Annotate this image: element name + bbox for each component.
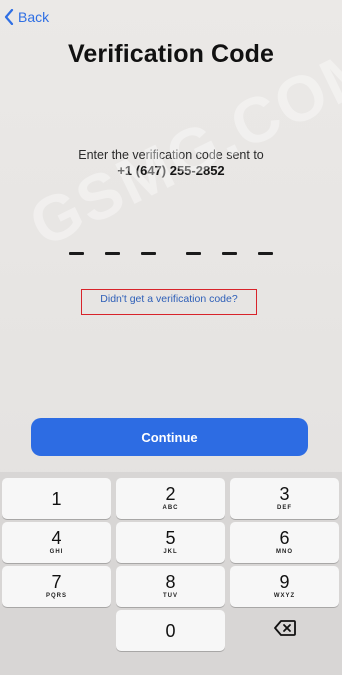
key-letters: DEF [277,505,292,511]
key-number: 9 [279,572,290,592]
chevron-left-icon [4,9,14,25]
key-number: 1 [51,489,62,509]
instruction-text: Enter the verification code sent to [78,148,264,162]
page-title: Verification Code [68,40,274,68]
key-0[interactable]: 0 [116,610,225,651]
key-letters: GHI [49,549,64,555]
backspace-icon [273,620,296,641]
code-digit-6 [258,252,273,255]
key-9[interactable]: 9 WXYZ [230,566,339,607]
resend-code-link[interactable]: Didn't get a verification code? [81,293,257,305]
key-letters: WXYZ [273,593,296,599]
code-digit-2 [105,252,120,255]
verification-code-input[interactable] [69,236,273,260]
phone-number: +1 (647) 255-2852 [117,163,225,178]
key-7[interactable]: 7 PQRS [2,566,111,607]
key-number: 0 [165,621,176,641]
key-letters: ABC [162,505,179,511]
back-button[interactable]: Back [4,6,49,28]
key-number: 7 [51,572,62,592]
code-digit-3 [141,252,156,255]
verification-screen: Back Verification Code Enter the verific… [0,0,342,675]
key-3[interactable]: 3 DEF [230,478,339,519]
key-letters: PQRS [45,593,67,599]
key-letters: TUV [163,593,178,599]
continue-button[interactable]: Continue [31,418,308,456]
key-6[interactable]: 6 MNO [230,522,339,563]
key-letters: JKL [163,549,178,555]
key-letters: MNO [276,549,293,555]
numeric-keypad: 1 2 ABC 3 DEF 4 GHI 5 JKL 6 MNO 7 PQRS 8… [0,472,342,675]
key-number: 8 [165,572,176,592]
key-number: 4 [51,528,62,548]
key-number: 5 [165,528,176,548]
key-number: 6 [279,528,290,548]
code-digit-5 [222,252,237,255]
key-2[interactable]: 2 ABC [116,478,225,519]
key-4[interactable]: 4 GHI [2,522,111,563]
key-1[interactable]: 1 [2,478,111,519]
key-number: 2 [165,484,176,504]
key-5[interactable]: 5 JKL [116,522,225,563]
back-label: Back [18,9,50,25]
key-8[interactable]: 8 TUV [116,566,225,607]
code-digit-1 [69,252,84,255]
key-number: 3 [279,484,290,504]
delete-key[interactable] [230,610,339,651]
code-digit-4 [186,252,201,255]
